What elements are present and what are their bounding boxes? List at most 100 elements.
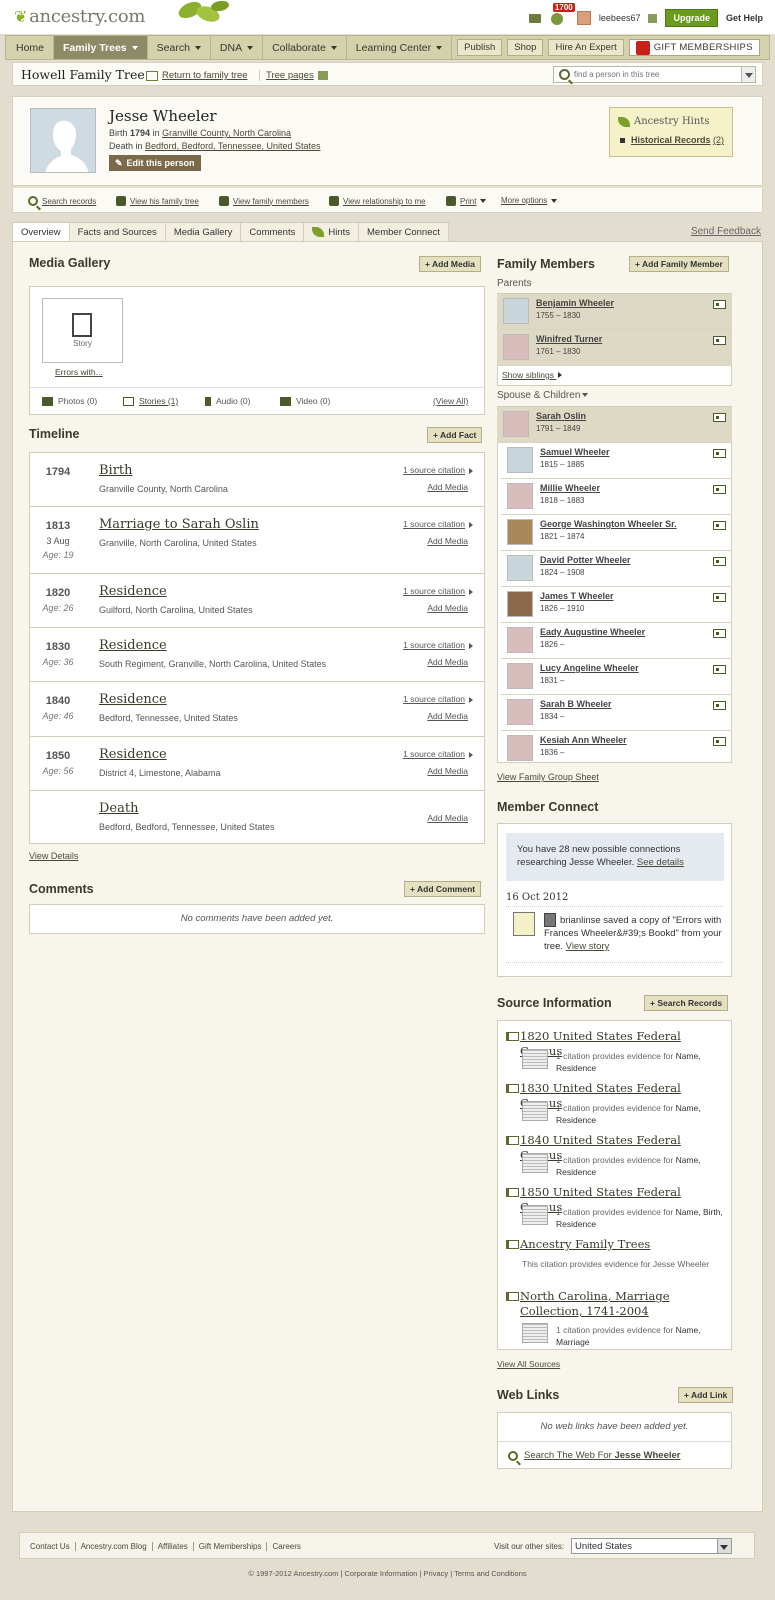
send-feedback-link[interactable]: Send Feedback [691, 226, 761, 237]
child-list-item[interactable]: Sarah B Wheeler 1834 – [501, 695, 732, 731]
spouse-children-label[interactable]: Spouse & Children [497, 390, 589, 401]
tab-hints[interactable]: Hints [303, 222, 359, 242]
notifications-button[interactable]: 1700 [549, 3, 575, 25]
census-thumbnail[interactable] [522, 1049, 548, 1069]
tab-comments[interactable]: Comments [240, 222, 304, 242]
profile-card-icon[interactable] [713, 593, 726, 602]
nav-learning-center[interactable]: Learning Center [347, 36, 453, 59]
profile-card-icon[interactable] [713, 629, 726, 638]
return-to-tree-link[interactable]: Return to family tree [146, 70, 248, 81]
historical-records-hint-link[interactable]: Historical Records (2) [620, 135, 724, 145]
user-avatar[interactable] [576, 11, 591, 25]
child-list-item[interactable]: Samuel Wheeler 1815 – 1885 [501, 443, 732, 479]
source-citation-link[interactable]: 1 source citation [403, 640, 473, 650]
footer-affiliates-link[interactable]: Affiliates [153, 1542, 194, 1551]
ancestry-logo[interactable]: ❦ ancestry.com [14, 6, 145, 27]
add-link-button[interactable]: + Add Link [678, 1387, 734, 1403]
print-action[interactable]: Print [446, 196, 487, 206]
tab-member-connect[interactable]: Member Connect [358, 222, 449, 242]
photos-filter[interactable]: Photos (0) [42, 396, 97, 406]
source-title-link[interactable]: Ancestry Family Trees [506, 1237, 723, 1252]
show-siblings-link[interactable]: Show siblings [502, 370, 563, 380]
profile-card-icon[interactable] [713, 300, 726, 309]
find-person-input[interactable] [570, 67, 740, 82]
source-title-link[interactable]: North Carolina, Marriage Collection, 174… [506, 1289, 723, 1319]
country-select[interactable]: United States [571, 1538, 732, 1554]
find-person-dropdown-button[interactable] [741, 67, 755, 82]
hire-expert-button[interactable]: Hire An Expert [548, 39, 624, 56]
child-list-item[interactable]: Eady Augustine Wheeler 1826 – [501, 623, 732, 659]
nav-home[interactable]: Home [7, 36, 55, 59]
upgrade-button[interactable]: Upgrade [665, 9, 718, 27]
event-link[interactable]: Death [99, 801, 138, 816]
parent-benjamin-wheeler[interactable]: Benjamin Wheeler 1755 – 1830 [497, 294, 732, 330]
tab-facts-and-sources[interactable]: Facts and Sources [68, 222, 165, 242]
add-media-link[interactable]: Add Media [427, 711, 468, 721]
event-link[interactable]: Marriage to Sarah Oslin [99, 517, 259, 532]
get-help-link[interactable]: Get Help [726, 13, 763, 23]
profile-card-icon[interactable] [713, 449, 726, 458]
add-media-button[interactable]: + Add Media [419, 256, 481, 272]
add-media-link[interactable]: Add Media [427, 603, 468, 613]
source-citation-link[interactable]: 1 source citation [403, 749, 473, 759]
view-family-members-action[interactable]: View family members [219, 196, 309, 206]
video-filter[interactable]: Video (0) [280, 396, 330, 406]
marriage-record-thumbnail[interactable] [522, 1323, 548, 1343]
add-media-link[interactable]: Add Media [427, 657, 468, 667]
view-details-link[interactable]: View Details [29, 851, 78, 861]
add-media-link[interactable]: Add Media [427, 813, 468, 823]
census-thumbnail[interactable] [522, 1153, 548, 1173]
parent-winifred-turner[interactable]: Winifred Turner 1761 – 1830 [497, 330, 732, 366]
edit-person-button[interactable]: ✎ Edit this person [109, 155, 201, 171]
search-records-action[interactable]: Search records [28, 196, 96, 206]
story-caption-link[interactable]: Errors with... [55, 367, 103, 377]
source-citation-link[interactable]: 1 source citation [403, 465, 473, 475]
profile-card-icon[interactable] [713, 336, 726, 345]
footer-gift-memberships-link[interactable]: Gift Memberships [194, 1542, 268, 1551]
death-place-link[interactable]: Bedford, Bedford, Tennessee, United Stat… [145, 141, 320, 151]
view-relationship-action[interactable]: View relationship to me [329, 196, 426, 206]
child-list-item[interactable]: Lucy Angeline Wheeler 1831 – [501, 659, 732, 695]
source-citation-link[interactable]: 1 source citation [403, 694, 473, 704]
mail-icon[interactable] [528, 13, 541, 23]
profile-card-icon[interactable] [713, 665, 726, 674]
tab-media-gallery[interactable]: Media Gallery [164, 222, 241, 242]
add-media-link[interactable]: Add Media [427, 482, 468, 492]
add-media-link[interactable]: Add Media [427, 536, 468, 546]
spouse-sarah-oslin[interactable]: Sarah Oslin 1791 – 1849 [497, 407, 732, 443]
add-family-member-button[interactable]: + Add Family Member [629, 256, 729, 272]
child-list-item[interactable]: David Potter Wheeler 1824 – 1908 [501, 551, 732, 587]
event-link[interactable]: Residence [99, 584, 167, 599]
child-list-item[interactable]: Millie Wheeler 1818 – 1883 [501, 479, 732, 515]
shop-button[interactable]: Shop [507, 39, 544, 56]
stories-filter[interactable]: Stories (1) [123, 396, 178, 406]
source-citation-link[interactable]: 1 source citation [403, 586, 473, 596]
event-link[interactable]: Residence [99, 747, 167, 762]
add-media-link[interactable]: Add Media [427, 766, 468, 776]
view-story-link[interactable]: View story [566, 941, 610, 952]
user-menu-dropdown-icon[interactable] [648, 13, 658, 23]
gift-memberships-button[interactable]: GIFT MEMBERSHIPS [628, 39, 760, 56]
username-link[interactable]: leebees67 [599, 13, 641, 23]
event-link[interactable]: Residence [99, 692, 167, 707]
source-citation-link[interactable]: 1 source citation [403, 519, 473, 529]
view-family-tree-action[interactable]: View his family tree [116, 196, 199, 206]
profile-card-icon[interactable] [713, 737, 726, 746]
view-family-group-sheet-link[interactable]: View Family Group Sheet [497, 772, 599, 782]
more-options-action[interactable]: More options [501, 196, 558, 205]
see-details-link[interactable]: See details [637, 857, 684, 868]
add-comment-button[interactable]: + Add Comment [404, 881, 482, 897]
tab-overview[interactable]: Overview [12, 222, 69, 242]
profile-card-icon[interactable] [713, 521, 726, 530]
profile-card-icon[interactable] [713, 413, 726, 422]
person-photo[interactable] [30, 108, 96, 173]
event-link[interactable]: Residence [99, 638, 167, 653]
nav-family-trees[interactable]: Family Trees [54, 36, 148, 59]
search-records-button[interactable]: + Search Records [644, 995, 729, 1011]
census-thumbnail[interactable] [522, 1205, 548, 1225]
add-fact-button[interactable]: + Add Fact [427, 427, 483, 443]
profile-card-icon[interactable] [713, 485, 726, 494]
profile-card-icon[interactable] [713, 701, 726, 710]
child-list-item[interactable]: Kesiah Ann Wheeler 1836 – [501, 731, 732, 767]
publish-button[interactable]: Publish [457, 39, 503, 56]
